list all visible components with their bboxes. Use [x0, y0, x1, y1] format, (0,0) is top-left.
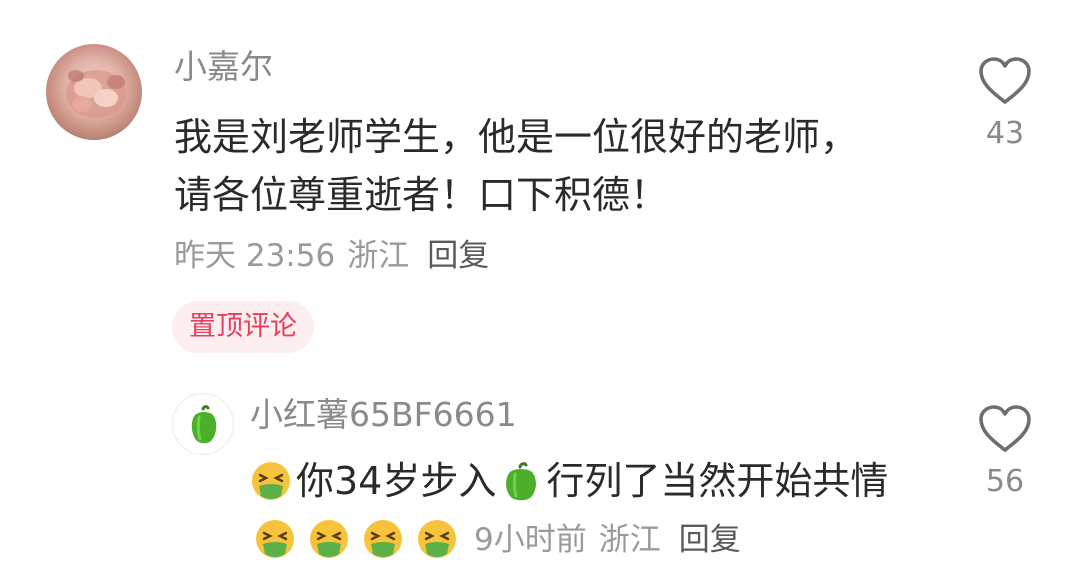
- reply-location: 浙江: [598, 522, 661, 558]
- heart-icon: [979, 57, 1031, 104]
- reply-text-part2: 行列了当然开始共情: [546, 459, 889, 503]
- sick-face-emoji-icon: [252, 462, 290, 500]
- heart-icon: [979, 405, 1031, 452]
- sick-face-emoji-icon: [310, 520, 348, 558]
- pinned-comment-badge: 置顶评论: [172, 301, 314, 353]
- reply-like-count: 56: [985, 464, 1025, 499]
- sick-face-emoji-icon: [418, 520, 456, 558]
- reply-like-button[interactable]: 56: [970, 404, 1040, 502]
- like-count: 43: [985, 116, 1025, 151]
- comment-text: 我是刘老师学生，他是一位很好的老师，请各位尊重逝者！口下积德！: [174, 115, 859, 217]
- reply-avatar[interactable]: [172, 393, 234, 455]
- like-button[interactable]: 43: [970, 56, 1040, 154]
- comment-meta: 昨天 23:56 浙江 回复: [174, 234, 489, 278]
- reply-meta: 9小时前 浙江 回复: [474, 511, 741, 569]
- green-pepper-icon: [191, 405, 217, 444]
- reply-username[interactable]: 小红薯65BF6661: [250, 392, 517, 438]
- comment-time: 昨天 23:56: [174, 238, 336, 274]
- reply-time: 9小时前: [474, 522, 587, 558]
- sick-face-emoji-icon: [364, 520, 402, 558]
- avatar[interactable]: [46, 44, 142, 140]
- sick-face-emoji-icon: [256, 520, 294, 558]
- comment-username[interactable]: 小嘉尔: [174, 44, 273, 90]
- comment-location: 浙江: [347, 238, 410, 274]
- reply-reply-button[interactable]: 回复: [679, 511, 741, 569]
- green-pepper-emoji-icon: [506, 462, 537, 501]
- reply-text-block: 你34岁步入 行列了当然开始共情 9小时前 浙江 回复: [250, 452, 910, 569]
- comment-item-main: 小嘉尔 我是刘老师学生，他是一位很好的老师，请各位尊重逝者！口下积德！ 昨天 2…: [0, 0, 1080, 370]
- avatar-photo-icon: [66, 70, 126, 118]
- reply-text-part1: 你34岁步入: [296, 459, 497, 503]
- reply-button[interactable]: 回复: [427, 234, 489, 278]
